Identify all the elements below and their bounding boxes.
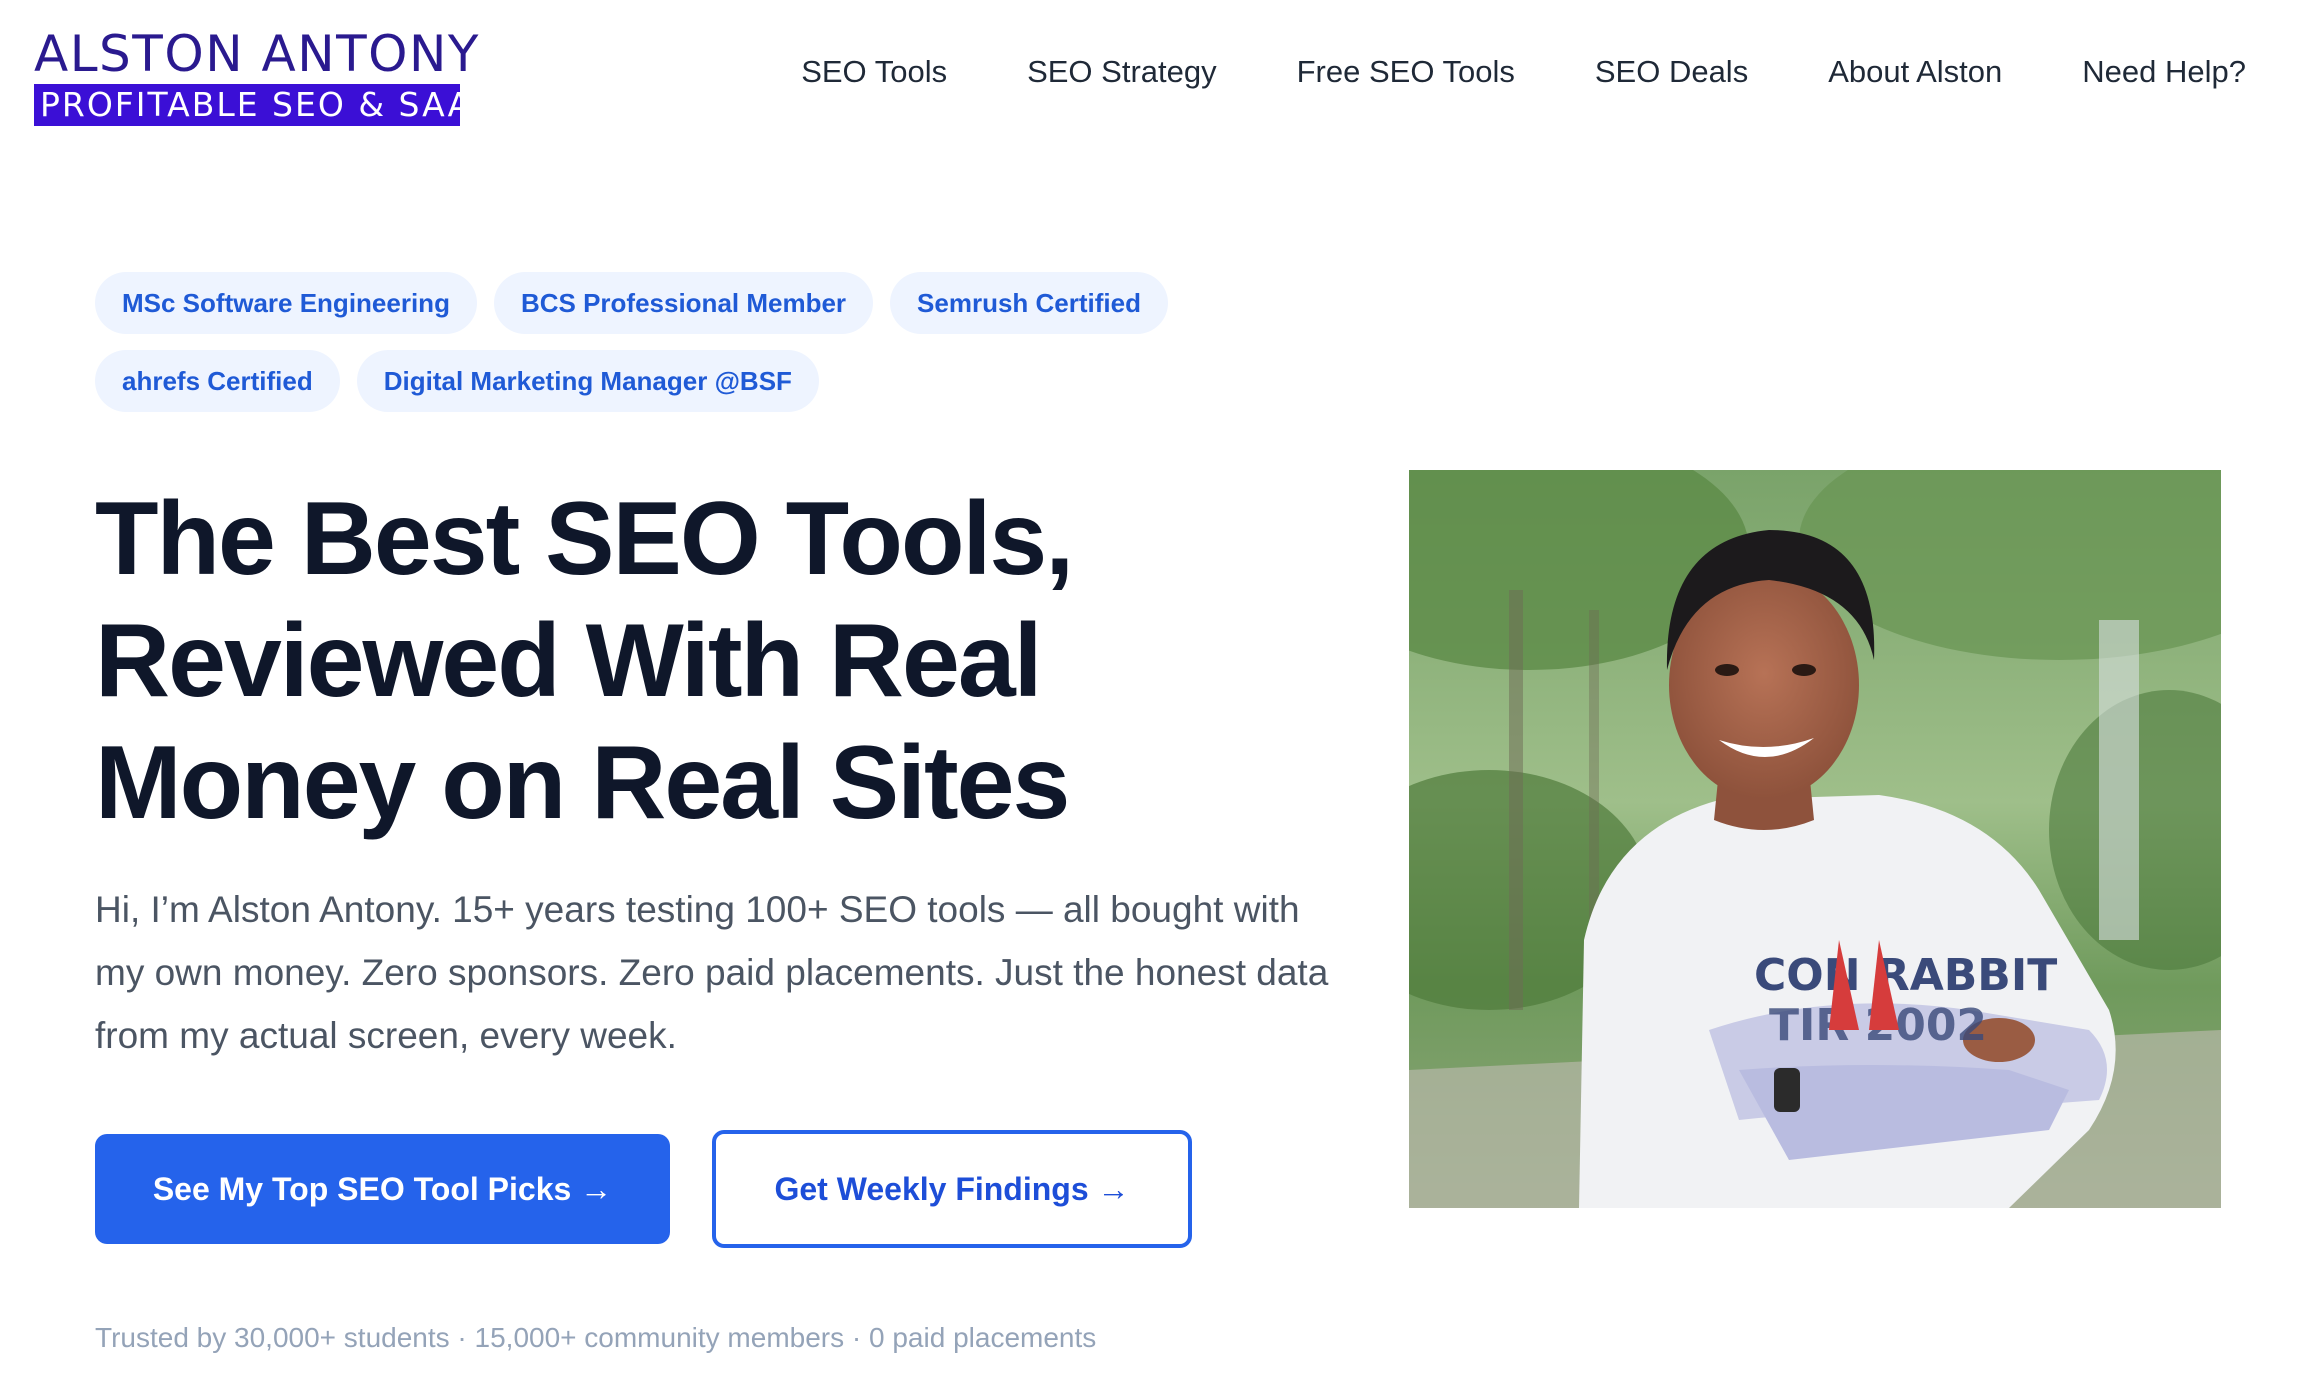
headline-line-1: The Best SEO Tools,	[95, 481, 1074, 597]
badge-semrush: Semrush Certified	[890, 272, 1168, 334]
main-nav: SEO Tools SEO Strategy Free SEO Tools SE…	[801, 54, 2246, 90]
badge-bsf: Digital Marketing Manager @BSF	[356, 350, 819, 412]
nav-free-seo-tools[interactable]: Free SEO Tools	[1297, 54, 1515, 90]
hero-intro: Hi, I’m Alston Antony. 15+ years testing…	[95, 889, 1329, 1056]
nav-need-help[interactable]: Need Help?	[2082, 54, 2246, 90]
logo-tagline: PROFITABLE SEO & SAAS	[34, 84, 493, 126]
logo-title: ALSTON ANTONY	[34, 25, 480, 83]
top-picks-button[interactable]: See My Top SEO Tool Picks →	[95, 1134, 670, 1244]
weekly-findings-button[interactable]: Get Weekly Findings →	[712, 1130, 1192, 1248]
author-photo: CON RABBIT TIR 2002	[1409, 470, 2221, 1208]
nav-about-alston[interactable]: About Alston	[1828, 54, 2002, 90]
headline-line-2: Reviewed With Real	[95, 603, 1043, 719]
badge-ahrefs: ahrefs Certified	[95, 350, 340, 412]
nav-seo-deals[interactable]: SEO Deals	[1595, 54, 1748, 90]
trust-line: Trusted by 30,000+ students · 15,000+ co…	[95, 1322, 1097, 1353]
badge-msc: MSc Software Engineering	[95, 272, 477, 334]
credential-badges: MSc Software Engineering BCS Professiona…	[95, 272, 1215, 412]
nav-seo-strategy[interactable]: SEO Strategy	[1027, 54, 1217, 90]
badge-bcs: BCS Professional Member	[493, 272, 874, 334]
shirt-print-1: CON RABBIT	[1754, 950, 2057, 1001]
headline-line-3: Money on Real Sites	[95, 725, 1070, 841]
site-logo[interactable]: ALSTON ANTONY PROFITABLE SEO & SAAS	[34, 25, 493, 126]
nav-seo-tools[interactable]: SEO Tools	[801, 54, 947, 90]
hero-headline: The Best SEO Tools, Reviewed With Real M…	[95, 478, 1295, 844]
